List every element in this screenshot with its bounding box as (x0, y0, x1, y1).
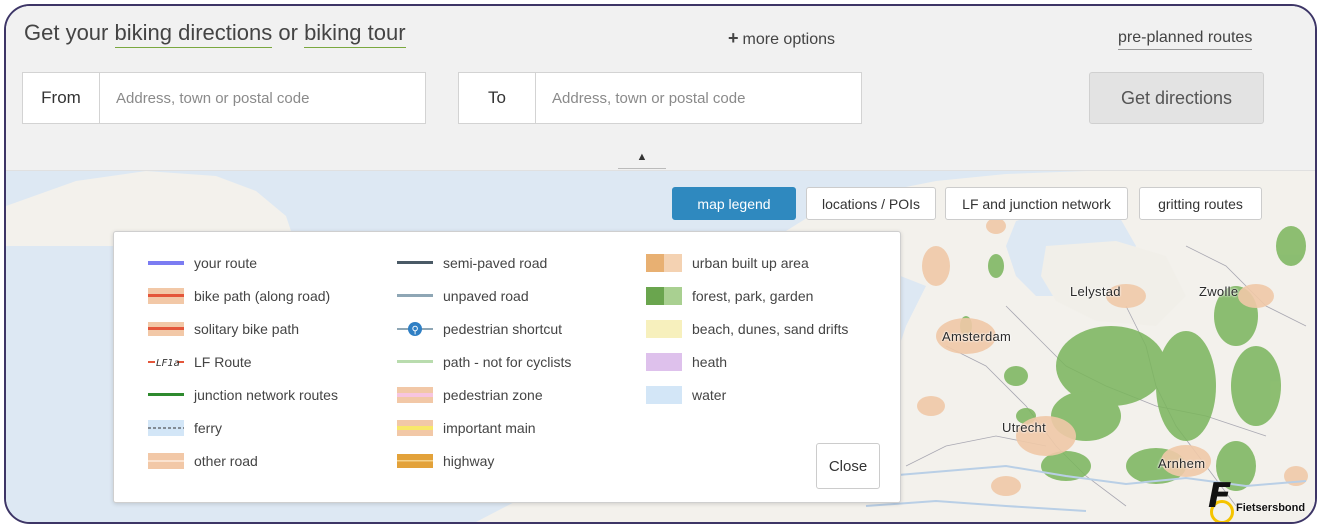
legend-label: semi-paved road (443, 255, 548, 271)
map-legend-panel: your route bike path (along road) solita… (113, 231, 901, 503)
legend-item: path - not for cyclists (397, 351, 571, 373)
legend-item: ⚲ pedestrian shortcut (397, 318, 562, 340)
legend-label: beach, dunes, sand drifts (692, 321, 849, 337)
legend-label: LF Route (194, 354, 252, 370)
legend-item: your route (148, 252, 257, 274)
tab-locations-pois[interactable]: locations / POIs (806, 187, 936, 220)
bike-path-swatch (148, 286, 184, 306)
to-field: To (458, 72, 862, 124)
legend-label: forest, park, garden (692, 288, 814, 304)
svg-text:⚲: ⚲ (412, 325, 419, 336)
from-field: From (22, 72, 426, 124)
legend-item: urban built up area (646, 252, 809, 274)
title-prefix: Get your (24, 20, 109, 45)
biking-directions-link[interactable]: biking directions (114, 20, 273, 48)
logo-text: Fietsersbond (1236, 502, 1306, 514)
your-route-swatch (148, 253, 184, 273)
city-label: Utrecht (1002, 420, 1047, 435)
to-label: To (459, 73, 536, 123)
tab-lf-junction-network[interactable]: LF and junction network (945, 187, 1128, 220)
more-options-label: more options (742, 31, 836, 48)
plus-icon: + (728, 28, 739, 48)
city-label: Amsterdam (942, 329, 1012, 344)
more-options-link[interactable]: + more options (728, 28, 835, 49)
from-input[interactable] (100, 73, 425, 123)
legend-label: other road (194, 453, 258, 469)
fietsersbond-logo: F Fietsersbond (1204, 476, 1314, 522)
legend-label: ferry (194, 420, 222, 436)
legend-label: your route (194, 255, 258, 271)
pedestrian-shortcut-swatch: ⚲ (397, 319, 433, 339)
legend-label: urban built up area (692, 255, 809, 271)
legend-label: bike path (along road) (194, 288, 331, 304)
tab-map-legend[interactable]: map legend (672, 187, 796, 220)
pedestrian-zone-swatch (397, 385, 433, 405)
important-main-swatch (397, 418, 433, 438)
collapse-panel-button[interactable]: ▲ (618, 146, 666, 169)
legend-label: heath (692, 354, 728, 370)
forest-swatch (646, 286, 682, 306)
city-label: Lelystad (1070, 284, 1121, 299)
legend-label: pedestrian zone (443, 387, 543, 403)
semi-paved-swatch (397, 253, 433, 273)
legend-item: bike path (along road) (148, 285, 330, 307)
legend-item: junction network routes (148, 384, 338, 406)
legend-item: highway (397, 450, 494, 472)
junction-network-swatch (148, 385, 184, 405)
water-swatch (646, 385, 682, 405)
get-directions-button[interactable]: Get directions (1089, 72, 1264, 124)
legend-item: forest, park, garden (646, 285, 813, 307)
legend-label: water (692, 387, 727, 403)
legend-item: beach, dunes, sand drifts (646, 318, 848, 340)
triangle-up-icon: ▲ (636, 151, 648, 163)
other-road-swatch (148, 451, 184, 471)
legend-item: unpaved road (397, 285, 529, 307)
legend-label: path - not for cyclists (443, 354, 572, 370)
to-input[interactable] (536, 73, 861, 123)
legend-label: important main (443, 420, 536, 436)
city-label: Arnhem (1158, 456, 1206, 471)
legend-item: important main (397, 417, 536, 439)
logo-letter: F (1208, 476, 1232, 516)
title-or: or (278, 20, 298, 45)
legend-item: heath (646, 351, 727, 373)
svg-text:LF1a: LF1a (156, 358, 180, 369)
legend-item: ferry (148, 417, 222, 439)
page-title: Get your biking directions or biking tou… (24, 20, 406, 48)
lf-route-swatch: LF1a (148, 352, 184, 372)
unpaved-swatch (397, 286, 433, 306)
app-frame: Lelystad Zwolle Amsterdam Utrecht Arnhem… (4, 4, 1317, 524)
city-label: Zwolle (1199, 284, 1239, 299)
ferry-swatch (148, 418, 184, 438)
highway-swatch (397, 451, 433, 471)
legend-item: LF1a LF Route (148, 351, 252, 373)
close-legend-button[interactable]: Close (816, 443, 880, 489)
legend-label: unpaved road (443, 288, 529, 304)
heath-swatch (646, 352, 682, 372)
solitary-bike-path-swatch (148, 319, 184, 339)
legend-item: other road (148, 450, 258, 472)
directions-panel: Get your biking directions or biking tou… (6, 6, 1315, 171)
legend-label: solitary bike path (194, 321, 300, 337)
from-label: From (23, 73, 100, 123)
legend-item: solitary bike path (148, 318, 299, 340)
legend-item: water (646, 384, 726, 406)
legend-item: pedestrian zone (397, 384, 543, 406)
urban-swatch (646, 253, 682, 273)
path-no-cyclists-swatch (397, 352, 433, 372)
legend-label: highway (443, 453, 495, 469)
legend-item: semi-paved road (397, 252, 547, 274)
legend-label: pedestrian shortcut (443, 321, 563, 337)
legend-label: junction network routes (194, 387, 338, 403)
beach-swatch (646, 319, 682, 339)
tab-gritting-routes[interactable]: gritting routes (1139, 187, 1262, 220)
biking-tour-link[interactable]: biking tour (304, 20, 406, 48)
preplanned-routes-link[interactable]: pre-planned routes (1118, 29, 1253, 50)
